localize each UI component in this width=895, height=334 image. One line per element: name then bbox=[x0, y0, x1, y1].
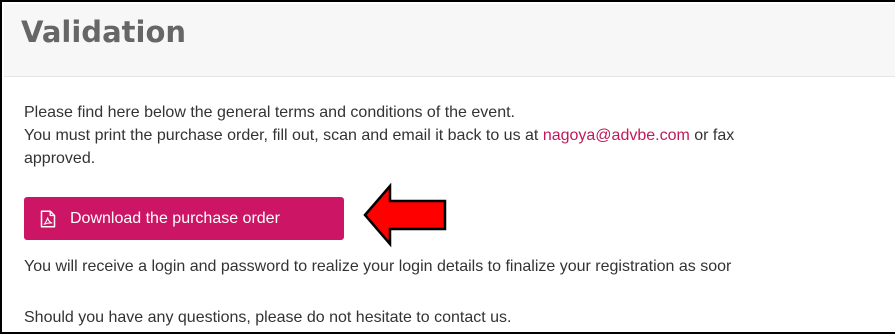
pdf-file-icon bbox=[40, 209, 56, 228]
terms-intro-text: Please find here below the general terms… bbox=[24, 104, 515, 121]
contact-info-text: Should you have any questions, please do… bbox=[24, 309, 512, 326]
download-button-label: Download the purchase order bbox=[70, 209, 280, 227]
download-purchase-order-button[interactable]: Download the purchase order bbox=[24, 197, 344, 240]
email-link[interactable]: nagoya@advbe.com bbox=[543, 127, 690, 144]
section-title: Validation bbox=[21, 15, 187, 49]
login-info-text: You will receive a login and password to… bbox=[24, 258, 732, 275]
instructions-suffix: or fax bbox=[689, 127, 735, 144]
instructions-prefix: You must print the purchase order, fill … bbox=[24, 127, 543, 144]
instructions-text: You must print the purchase order, fill … bbox=[24, 126, 734, 146]
screenshot-frame: Validation Please find here below the ge… bbox=[0, 0, 895, 334]
approved-text: approved. bbox=[24, 150, 96, 167]
red-arrow-left-icon bbox=[363, 182, 447, 248]
section-header: Validation bbox=[4, 4, 895, 77]
